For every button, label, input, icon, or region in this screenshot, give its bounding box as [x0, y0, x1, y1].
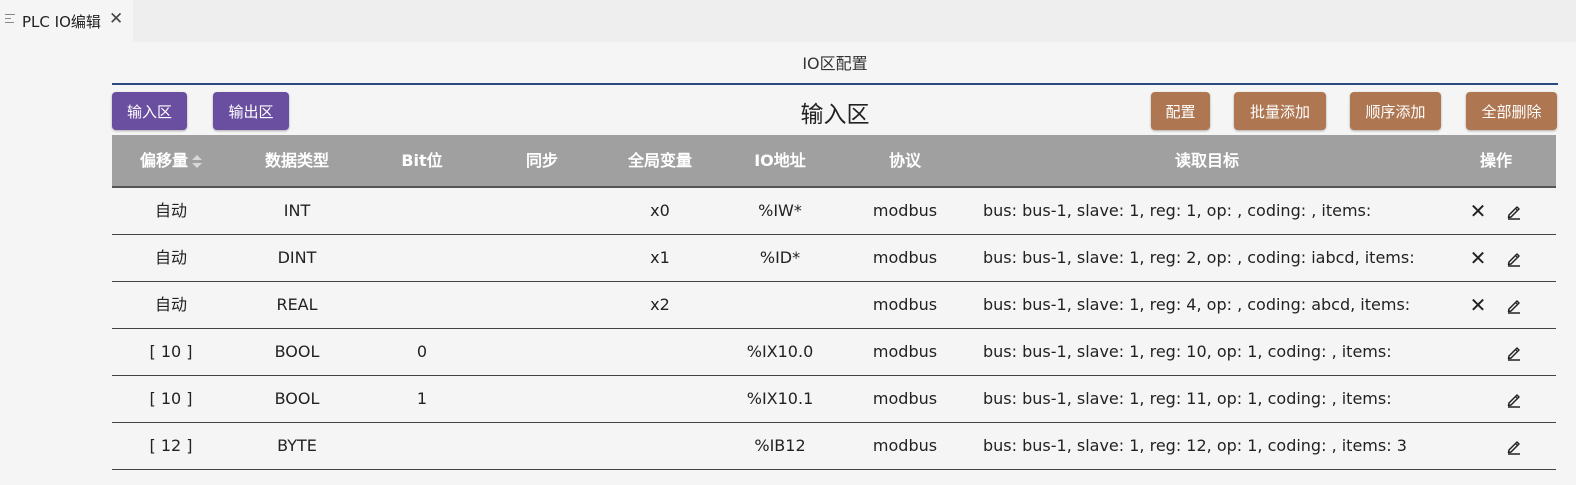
tab-title: PLC IO编辑 [22, 13, 101, 31]
cell-protocol: modbus [872, 248, 938, 267]
edit-pencil-icon[interactable] [1503, 388, 1525, 410]
cell-bit: 1 [416, 389, 428, 408]
cell-sync [482, 235, 602, 281]
edit-pencil-icon[interactable] [1503, 341, 1525, 363]
delete-row-icon[interactable]: ✕ [1467, 200, 1489, 222]
column-header-protocol: 协议 [888, 151, 921, 170]
list-icon [5, 14, 15, 26]
cell-offset: [ 10 ] [149, 389, 193, 408]
title-divider [112, 83, 1558, 85]
cell-data-type: INT [283, 201, 311, 220]
column-header-sync: 同步 [525, 151, 558, 170]
cell-global-var: x2 [650, 295, 670, 314]
table-row[interactable]: [ 12 ] BYTE %IB12 modbus bus: bus-1, slave: … [112, 423, 1556, 470]
cell-bit [362, 188, 482, 234]
cell-read-target: bus: bus-1, slave: 1, reg: 2, op: , codi… [983, 248, 1415, 267]
cell-protocol: modbus [872, 436, 938, 455]
cell-read-target: bus: bus-1, slave: 1, reg: 11, op: 1, co… [983, 389, 1392, 408]
cell-offset: 自动 [154, 295, 187, 314]
delete-all-button[interactable]: 全部删除 [1466, 92, 1557, 130]
output-zone-button[interactable]: 输出区 [213, 92, 289, 130]
table-header: 偏移量 数据类型 Bit位 同步 全局变量 IO地址 协议 读取目标 操作 [112, 135, 1556, 188]
cell-global-var [600, 423, 720, 469]
cell-read-target: bus: bus-1, slave: 1, reg: 1, op: , codi… [983, 201, 1372, 220]
column-header-bit: Bit位 [401, 151, 443, 170]
cell-offset: 自动 [154, 201, 187, 220]
sequential-add-button[interactable]: 顺序添加 [1350, 92, 1441, 130]
cell-offset: [ 12 ] [149, 436, 193, 455]
batch-add-button[interactable]: 批量添加 [1234, 92, 1326, 130]
cell-io-address [720, 282, 840, 328]
cell-data-type: DINT [277, 248, 317, 267]
table-row[interactable]: 自动 REAL x2 modbus bus: bus-1, slave: 1, reg:… [112, 282, 1556, 329]
cell-protocol: modbus [872, 295, 938, 314]
cell-global-var: x0 [650, 201, 670, 220]
delete-row-icon[interactable]: ✕ [1467, 294, 1489, 316]
sort-icon[interactable] [192, 154, 202, 169]
tab-plc-io-edit[interactable]: PLC IO编辑 ✕ [0, 0, 133, 42]
cell-io-address: %ID* [759, 248, 801, 267]
cell-read-target: bus: bus-1, slave: 1, reg: 4, op: , codi… [983, 295, 1411, 314]
cell-bit: 0 [416, 342, 428, 361]
table-row[interactable]: 自动 DINT x1 %ID* modbus bus: bus-1, slave: 1, … [112, 235, 1556, 282]
column-header-io-address: IO地址 [754, 151, 806, 170]
table-row[interactable]: [ 10 ] BOOL 1 %IX10.1 modbus bus: bus-1, slav… [112, 376, 1556, 423]
cell-protocol: modbus [872, 201, 938, 220]
edit-pencil-icon[interactable] [1503, 294, 1525, 316]
cell-data-type: BOOL [274, 389, 320, 408]
cell-offset: [ 10 ] [149, 342, 193, 361]
cell-io-address: %IX10.0 [746, 342, 814, 361]
edit-pencil-icon[interactable] [1503, 200, 1525, 222]
cell-offset: 自动 [154, 248, 187, 267]
cell-io-address: %IW* [758, 201, 802, 220]
table-row[interactable]: 自动 INT x0 %IW* modbus bus: bus-1, slave: 1, r… [112, 188, 1556, 235]
column-header-read-target: 读取目标 [1174, 151, 1239, 170]
input-zone-button[interactable]: 输入区 [112, 92, 187, 130]
cell-sync [482, 423, 602, 469]
section-title: 输入区 [800, 102, 870, 128]
page-title: IO区配置 [802, 54, 868, 73]
cell-protocol: modbus [872, 389, 938, 408]
table-row[interactable]: [ 10 ] BOOL 0 %IX10.0 modbus bus: bus-1, slav… [112, 329, 1556, 376]
column-header-operations: 操作 [1479, 151, 1512, 170]
column-header-offset[interactable]: 偏移量 [112, 135, 230, 186]
cell-data-type: BOOL [274, 342, 320, 361]
cell-data-type: BYTE [277, 436, 317, 455]
cell-read-target: bus: bus-1, slave: 1, reg: 12, op: 1, co… [983, 436, 1407, 455]
edit-pencil-icon[interactable] [1503, 247, 1525, 269]
cell-global-var: x1 [650, 248, 670, 267]
config-button[interactable]: 配置 [1151, 92, 1210, 130]
column-header-data-type: 数据类型 [264, 151, 329, 170]
tab-bar: PLC IO编辑 ✕ [0, 0, 1576, 42]
cell-io-address: %IX10.1 [746, 389, 814, 408]
cell-sync [482, 376, 602, 422]
cell-sync [482, 188, 602, 234]
edit-pencil-icon[interactable] [1503, 435, 1525, 457]
delete-row-icon[interactable]: ✕ [1467, 247, 1489, 269]
cell-bit [362, 235, 482, 281]
cell-global-var [600, 376, 720, 422]
cell-global-var [600, 329, 720, 375]
cell-read-target: bus: bus-1, slave: 1, reg: 10, op: 1, co… [983, 342, 1392, 361]
cell-bit [362, 282, 482, 328]
cell-io-address: %IB12 [754, 436, 806, 455]
cell-data-type: REAL [276, 295, 318, 314]
cell-sync [482, 282, 602, 328]
column-header-global-var: 全局变量 [627, 151, 692, 170]
cell-bit [362, 423, 482, 469]
cell-sync [482, 329, 602, 375]
column-header-offset-label: 偏移量 [139, 151, 188, 170]
tab-close-icon[interactable]: ✕ [109, 9, 123, 29]
cell-protocol: modbus [872, 342, 938, 361]
